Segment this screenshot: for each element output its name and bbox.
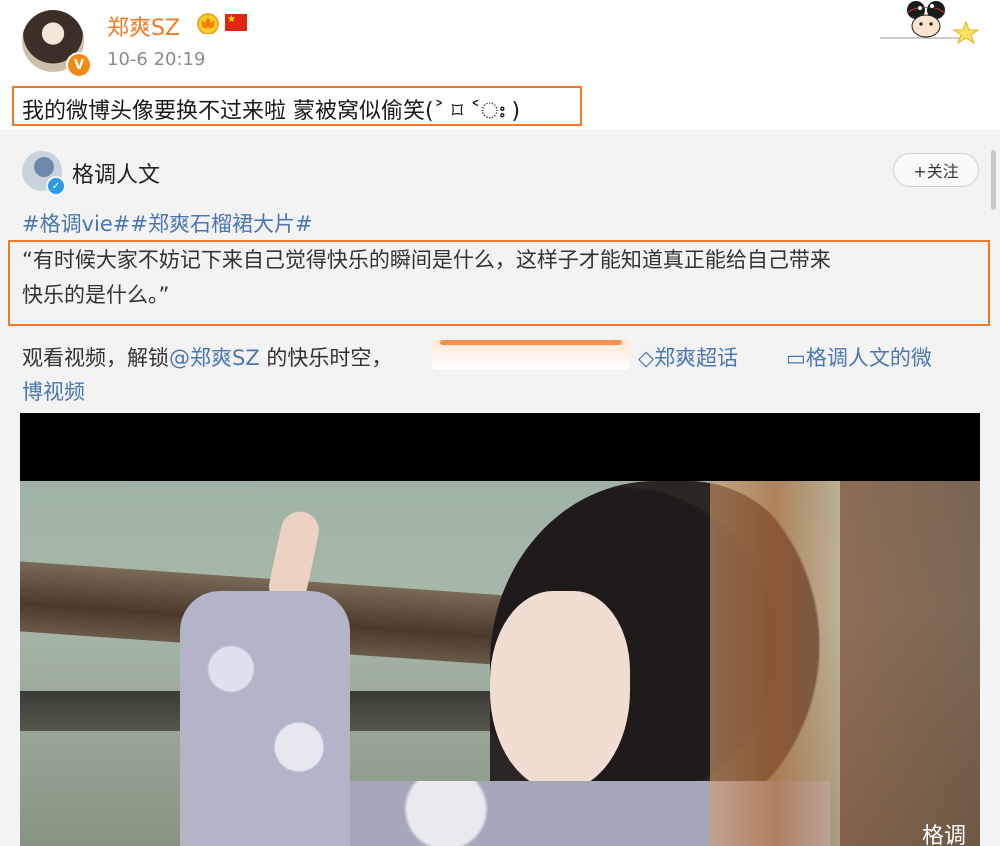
post-text: 我的微博头像要换不过来啦 蒙被窝似偷笑(˃ ⌑ ˂ഃ )	[22, 99, 521, 124]
knit-sleeve	[180, 591, 350, 846]
face	[490, 591, 630, 791]
video-link-label: 格调人文的微	[805, 346, 932, 370]
watch-suffix: 的快乐时空，	[259, 346, 393, 370]
follow-button[interactable]: +关注	[893, 153, 979, 187]
hashtag-link[interactable]: #郑爽石榴裙大片#	[130, 212, 312, 236]
hashtag-link[interactable]: #格调vie#	[22, 212, 130, 236]
post-timestamp: 10-6 20:19	[107, 49, 206, 70]
diamond-icon: ◇	[638, 346, 655, 370]
video-camera-icon: ▭	[786, 346, 806, 370]
video-link[interactable]: ▭格调人文的微	[786, 342, 932, 372]
scrollbar[interactable]	[991, 150, 996, 210]
quote-text-line-1: “有时候大家不妨记下来自己觉得快乐的瞬间是什么，这样子才能知道真正能给自己带来	[22, 248, 831, 272]
watch-video-line: 观看视频，解锁@郑爽SZ 的快乐时空，	[22, 342, 392, 372]
video-watermark: 格调	[921, 824, 966, 846]
mascot-decoration-icon	[880, 1, 980, 45]
watch-prefix: 观看视频，解锁	[22, 346, 169, 370]
vip-crown-icon	[197, 13, 219, 34]
video-frame: 格调	[20, 481, 980, 846]
super-topic-label: 郑爽超话	[654, 346, 739, 370]
quote-text-line-2: 快乐的是什么。”	[22, 283, 170, 307]
super-topic-link[interactable]: ◇郑爽超话	[638, 342, 738, 372]
blue-verified-icon: ✓	[46, 176, 66, 196]
repost-author-name[interactable]: 格调人文	[72, 157, 160, 189]
foreground-blur	[710, 481, 840, 846]
china-flag-icon: ★	[225, 14, 247, 31]
foreground-blur-dark	[840, 481, 980, 846]
verified-badge-icon: V	[66, 52, 92, 78]
username[interactable]: 郑爽SZ	[107, 10, 180, 42]
hashtag-row: #格调vie##郑爽石榴裙大片#	[22, 208, 313, 238]
video-link-continued[interactable]: 博视频	[22, 376, 85, 406]
mention-link[interactable]: @郑爽SZ	[169, 346, 260, 370]
video-player[interactable]: 格调	[20, 413, 980, 846]
redaction-mark	[432, 340, 630, 370]
